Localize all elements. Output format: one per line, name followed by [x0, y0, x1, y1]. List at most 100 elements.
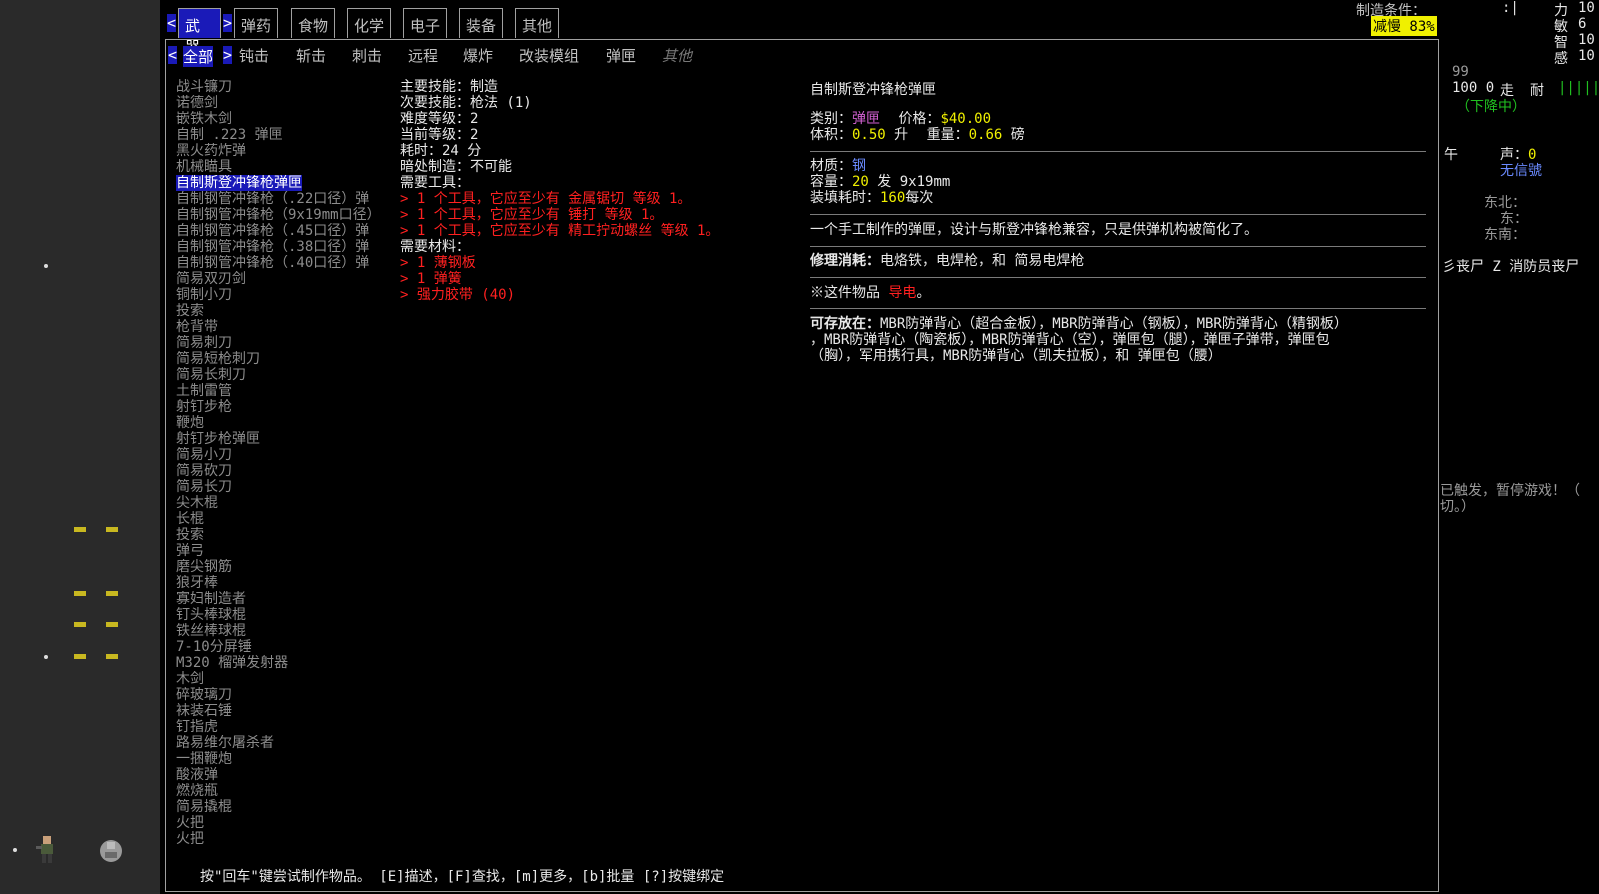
conductive-prefix: ※这件物品 [810, 285, 880, 301]
tab-chemistry[interactable]: 化学 [347, 8, 391, 38]
recipe-item[interactable]: 自制钢管冲锋枪（.40口径）弹 [176, 255, 391, 271]
tab-prev-arrow[interactable]: < [167, 14, 177, 32]
recipe-item[interactable]: 铜制小刀 [176, 287, 391, 303]
tab-weapons[interactable]: 武器 [178, 8, 221, 56]
recipe-item[interactable]: M320 榴弹发射器 [176, 655, 391, 671]
footer-hints: 按"回车"键尝试制作物品。 [E]描述，[F]查找，[m]更多，[b]批量 [?… [200, 869, 725, 885]
material-value: 钢 [852, 158, 866, 174]
subtab-mods[interactable]: 改装模组 [519, 45, 579, 66]
recipe-list[interactable]: 战斗镰刀 诺德剑 嵌铁木剑 自制 .223 弹匣 黑火药炸弹 机械瞄具 自制斯登冲锋枪弹匣自… [176, 79, 391, 847]
capacity-value: 20 [852, 174, 869, 190]
subtab-explosive[interactable]: 爆炸 [463, 45, 493, 66]
weight-label: 重量： [926, 127, 969, 143]
recipe-item[interactable]: 火把 [176, 831, 391, 847]
recipe-item[interactable]: 长棍 [176, 511, 391, 527]
volume-weight-line: 体积：0.50 升 重量：0.66 磅 [810, 127, 1025, 143]
recipe-item-selected[interactable]: 自制斯登冲锋枪弹匣 [176, 175, 302, 191]
subtab-bash[interactable]: 钝击 [239, 45, 269, 66]
recipe-item[interactable]: 自制钢管冲锋枪（.22口径）弹 [176, 191, 391, 207]
subtab-magazines[interactable]: 弹匣 [606, 45, 636, 66]
subtab-cut[interactable]: 斩击 [296, 45, 326, 66]
recipe-item[interactable]: 投索 [176, 303, 391, 319]
subtab-stab[interactable]: 刺击 [352, 45, 382, 66]
map-tile [106, 591, 118, 596]
material-requirement: > 强力胶带 (40) [400, 287, 516, 303]
recipe-item[interactable]: 自制 .223 弹匣 [176, 127, 391, 143]
subtab-all[interactable]: 全部 [183, 46, 214, 67]
recipe-item[interactable]: 弹弓 [176, 543, 391, 559]
recipe-item[interactable]: 鞭炮 [176, 415, 391, 431]
recipe-item[interactable]: 射钉步枪弹匣 [176, 431, 391, 447]
primary-skill: 主要技能：制造 [400, 79, 498, 95]
reload-label: 装填耗时： [810, 190, 880, 206]
recipe-item[interactable]: 碎玻璃刀 [176, 687, 391, 703]
storage-line: （胸），军用携行具，MBR防弹背心（凯夫拉板），和 弹匣包（腰） [810, 348, 1222, 364]
secondary-skill: 次要技能：枪法 (1) [400, 95, 532, 111]
volume-label: 体积： [810, 127, 852, 143]
recipe-item[interactable]: 射钉步枪 [176, 399, 391, 415]
tab-ammo[interactable]: 弹药 [234, 8, 278, 38]
recipe-item[interactable]: 7-10分屏锤 [176, 639, 391, 655]
subtab-next-arrow[interactable]: > [223, 46, 233, 64]
capacity-unit: 发 9x19mm [877, 174, 951, 190]
recipe-item[interactable]: 简易刺刀 [176, 335, 391, 351]
recipe-item[interactable]: 路易维尔屠杀者 [176, 735, 391, 751]
material-label: 材质： [810, 158, 852, 174]
recipe-item[interactable]: 简易双刃剑 [176, 271, 391, 287]
recipe-item[interactable]: 简易长刺刀 [176, 367, 391, 383]
recipe-item[interactable]: 燃烧瓶 [176, 783, 391, 799]
recipe-item[interactable]: 火把 [176, 815, 391, 831]
map-light-dot [13, 848, 17, 852]
recipe-item[interactable]: 简易小刀 [176, 447, 391, 463]
recipe-item[interactable]: 钉指虎 [176, 719, 391, 735]
recipe-item[interactable]: 机械瞄具 [176, 159, 391, 175]
craft-time: 耗时：24 分 [400, 143, 482, 159]
map-light-dot [44, 264, 48, 268]
recipe-item[interactable]: 黑火药炸弹 [176, 143, 391, 159]
divider [810, 246, 1426, 247]
recipe-item[interactable]: 寡妇制造者 [176, 591, 391, 607]
recipe-item[interactable]: 简易撬棍 [176, 799, 391, 815]
recipe-item[interactable]: 一捆鞭炮 [176, 751, 391, 767]
subtab-prev-arrow[interactable]: < [168, 46, 178, 64]
difficulty: 难度等级：2 [400, 111, 479, 127]
recipe-item[interactable]: 铁丝棒球棍 [176, 623, 391, 639]
tab-next-arrow[interactable]: > [223, 14, 233, 32]
recipe-item[interactable]: 尖木棍 [176, 495, 391, 511]
recipe-item[interactable]: 投索 [176, 527, 391, 543]
tab-other[interactable]: 其他 [515, 8, 559, 38]
recipe-item[interactable]: 袜装石锤 [176, 703, 391, 719]
recipe-item[interactable]: 自制钢管冲锋枪（9x19mm口径） [176, 207, 391, 223]
storage-block: 可存放在：MBR防弹背心（超合金板），MBR防弹背心（钢板），MBR防弹背心（精… [810, 316, 1348, 364]
recipe-item[interactable]: 狼牙棒 [176, 575, 391, 591]
divider [810, 151, 1426, 152]
sidebar-value: 99 [1452, 64, 1469, 80]
tab-armor[interactable]: 装备 [459, 8, 503, 38]
recipe-item[interactable]: 枪背带 [176, 319, 391, 335]
recipe-item[interactable]: 自制钢管冲锋枪（.38口径）弹 [176, 239, 391, 255]
recipe-item[interactable]: 简易长刀 [176, 479, 391, 495]
recipe-item[interactable]: 战斗镰刀 [176, 79, 391, 95]
sidebar-descending: （下降中） [1456, 99, 1526, 115]
current-level: 当前等级：2 [400, 127, 479, 143]
capacity-line: 容量：20 发 9x19mm [810, 174, 950, 190]
recipe-item[interactable]: 嵌铁木剑 [176, 111, 391, 127]
subtab-ranged[interactable]: 远程 [408, 45, 438, 66]
recipe-item[interactable]: 酸液弹 [176, 767, 391, 783]
recipe-item[interactable]: 简易砍刀 [176, 463, 391, 479]
recipe-item[interactable]: 简易短枪刺刀 [176, 351, 391, 367]
tab-electronics[interactable]: 电子 [403, 8, 447, 38]
recipe-item[interactable]: 诺德剑 [176, 95, 391, 111]
recipe-item[interactable]: 木剑 [176, 671, 391, 687]
recipe-item[interactable]: 自制钢管冲锋枪（.45口径）弹 [176, 223, 391, 239]
recipe-item[interactable]: 土制雷管 [176, 383, 391, 399]
requirements-panel: 主要技能：制造 次要技能：枪法 (1) 难度等级：2 当前等级：2 耗时：24 … [400, 79, 719, 303]
category-value: 弹匣 [852, 111, 880, 127]
subtab-misc[interactable]: 其他 [662, 45, 692, 66]
recipe-item[interactable]: 磨尖钢筋 [176, 559, 391, 575]
capacity-label: 容量： [810, 174, 852, 190]
tool-requirement: > 1 个工具，它应至少有 精工拧动螺丝 等级 1。 [400, 223, 720, 239]
recipe-item[interactable]: 钉头棒球棍 [176, 607, 391, 623]
speed-badge: 减慢 83% [1371, 16, 1437, 36]
tab-food[interactable]: 食物 [291, 8, 335, 38]
